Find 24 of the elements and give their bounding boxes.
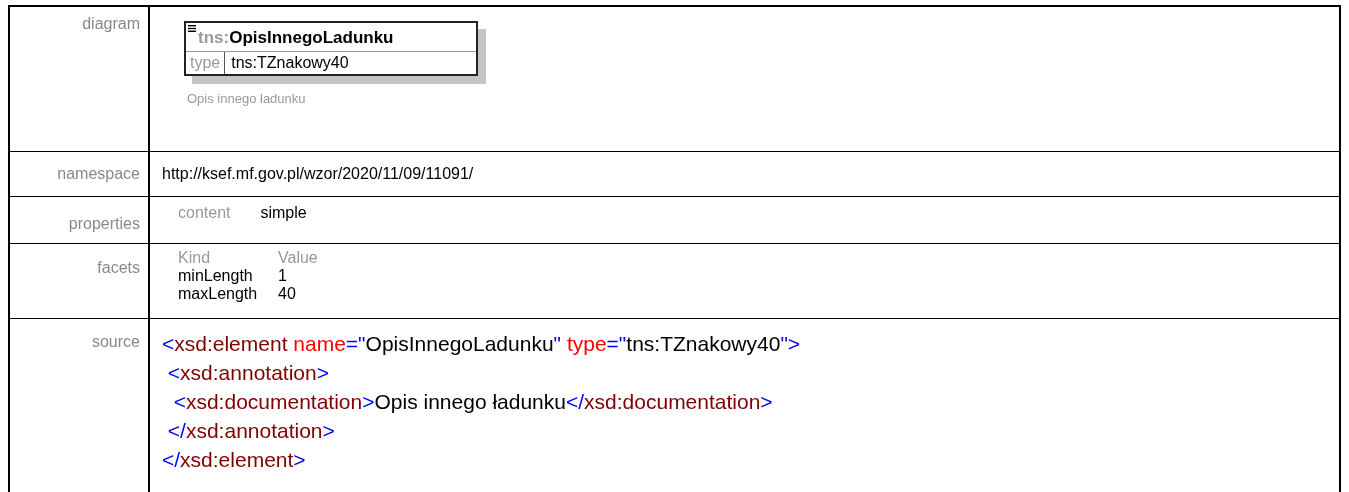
documentation-text: Opis innego ładunku (186, 91, 307, 106)
lines-icon (188, 25, 196, 32)
property-value: simple (260, 204, 307, 222)
namespace-value: http://ksef.mf.gov.pl/wzor/2020/11/09/11091/ (162, 165, 474, 183)
row-label: source (91, 333, 140, 350)
element-name: tns:OpisInnegoLadunku (198, 28, 394, 48)
row-label: diagram (82, 15, 140, 32)
facet-value: 1 (278, 267, 288, 285)
source-line: <xsd:annotation> (166, 360, 330, 386)
row-label: facets (97, 259, 140, 276)
type-label: type (186, 52, 226, 74)
row-label: properties (68, 215, 140, 232)
facet-value: 40 (278, 285, 297, 303)
source-line: </xsd:element> (162, 447, 307, 473)
facet-name: minLength (178, 267, 254, 285)
type-value: tns:TZnakowy40 (230, 53, 350, 73)
column-header: Kind (178, 249, 212, 267)
property-name: content (178, 204, 231, 222)
column-header: Value (278, 249, 318, 267)
source-line: <xsd:documentation>Opis innego ładunku</xsd:documentation> (172, 389, 774, 415)
facet-name: maxLength (178, 285, 259, 303)
source-line: <xsd:element name="OpisInnegoLadunku" type="tns:TZnakowy40"> (162, 331, 802, 357)
row-label: namespace (57, 165, 140, 182)
source-line: </xsd:annotation> (166, 418, 336, 444)
